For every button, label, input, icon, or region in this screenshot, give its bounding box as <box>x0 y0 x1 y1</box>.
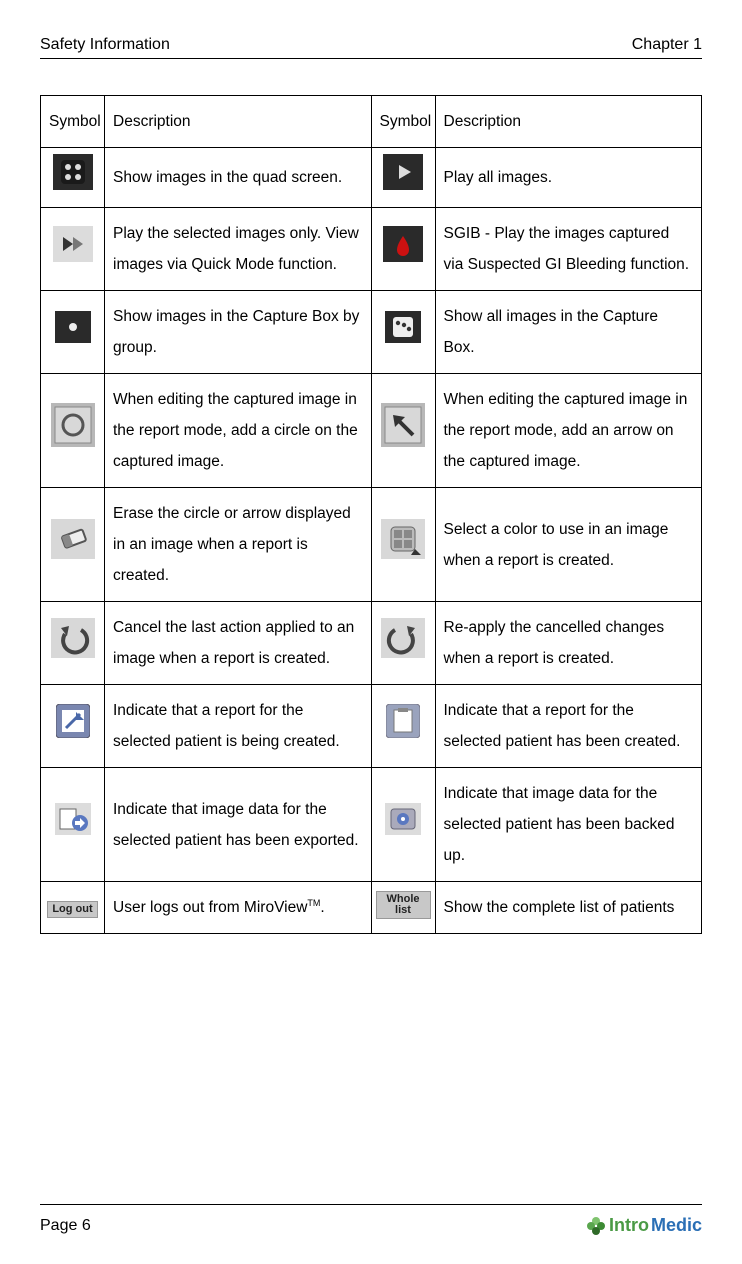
col-description-1: Description <box>105 96 372 148</box>
table-row: Show images in the Capture Box by group.… <box>41 291 702 374</box>
table-row: Indicate that image data for the selecte… <box>41 768 702 882</box>
cell-description: Indicate that image data for the selecte… <box>435 768 702 882</box>
report-created-icon <box>386 704 420 738</box>
cell-description: User logs out from MiroViewTM. <box>105 882 372 934</box>
cell-description: Select a color to use in an image when a… <box>435 488 702 602</box>
eraser-icon <box>51 519 95 559</box>
cell-description: When editing the captured image in the r… <box>435 374 702 488</box>
clover-icon <box>587 1217 605 1235</box>
cell-description: Show images in the Capture Box by group. <box>105 291 372 374</box>
table-row: Cancel the last action applied to an ima… <box>41 602 702 685</box>
cell-description: Play all images. <box>435 148 702 208</box>
cell-description: Indicate that a report for the selected … <box>435 685 702 768</box>
table-row: When editing the captured image in the r… <box>41 374 702 488</box>
add-arrow-icon <box>381 403 425 447</box>
table-row: Log out User logs out from MiroViewTM. W… <box>41 882 702 934</box>
data-exported-icon <box>55 803 91 835</box>
play-all-icon <box>383 154 423 190</box>
report-creating-icon <box>56 704 90 738</box>
col-symbol-2: Symbol <box>371 96 435 148</box>
cell-description: SGIB - Play the images captured via Susp… <box>435 208 702 291</box>
cell-description: Re-apply the cancelled changes when a re… <box>435 602 702 685</box>
header-right: Chapter 1 <box>632 36 702 54</box>
brand-logo: IntroMedic <box>587 1215 702 1236</box>
undo-icon <box>51 618 95 658</box>
cell-description: Show all images in the Capture Box. <box>435 291 702 374</box>
table-row: Erase the circle or arrow displayed in a… <box>41 488 702 602</box>
quad-screen-icon <box>53 154 93 190</box>
redo-icon <box>381 618 425 658</box>
page-footer: Page 6 IntroMedic <box>40 1204 702 1236</box>
header-left: Safety Information <box>40 36 170 54</box>
logout-button-icon: Log out <box>47 901 97 918</box>
table-row: Show images in the quad screen. Play all… <box>41 148 702 208</box>
capture-group-icon <box>55 311 91 343</box>
color-picker-icon <box>381 519 425 559</box>
table-row: Indicate that a report for the selected … <box>41 685 702 768</box>
page-number: Page 6 <box>40 1217 91 1235</box>
col-symbol-1: Symbol <box>41 96 105 148</box>
cell-description: Indicate that a report for the selected … <box>105 685 372 768</box>
sgib-bleeding-icon <box>383 226 423 262</box>
page-header: Safety Information Chapter 1 <box>40 36 702 59</box>
col-description-2: Description <box>435 96 702 148</box>
add-circle-icon <box>51 403 95 447</box>
cell-description: Cancel the last action applied to an ima… <box>105 602 372 685</box>
capture-all-icon <box>385 311 421 343</box>
cell-description: Play the selected images only. View imag… <box>105 208 372 291</box>
whole-list-button-icon: Whole list <box>376 891 431 919</box>
cell-description: Indicate that image data for the selecte… <box>105 768 372 882</box>
table-row: Play the selected images only. View imag… <box>41 208 702 291</box>
trademark-symbol: TM <box>307 898 320 908</box>
cell-description: When editing the captured image in the r… <box>105 374 372 488</box>
cell-description: Show images in the quad screen. <box>105 148 372 208</box>
cell-description: Show the complete list of patients <box>435 882 702 934</box>
symbol-description-table: Symbol Description Symbol Description Sh… <box>40 95 702 934</box>
play-selected-quick-icon <box>53 226 93 262</box>
cell-description: Erase the circle or arrow displayed in a… <box>105 488 372 602</box>
data-backed-up-icon <box>385 803 421 835</box>
table-header-row: Symbol Description Symbol Description <box>41 96 702 148</box>
